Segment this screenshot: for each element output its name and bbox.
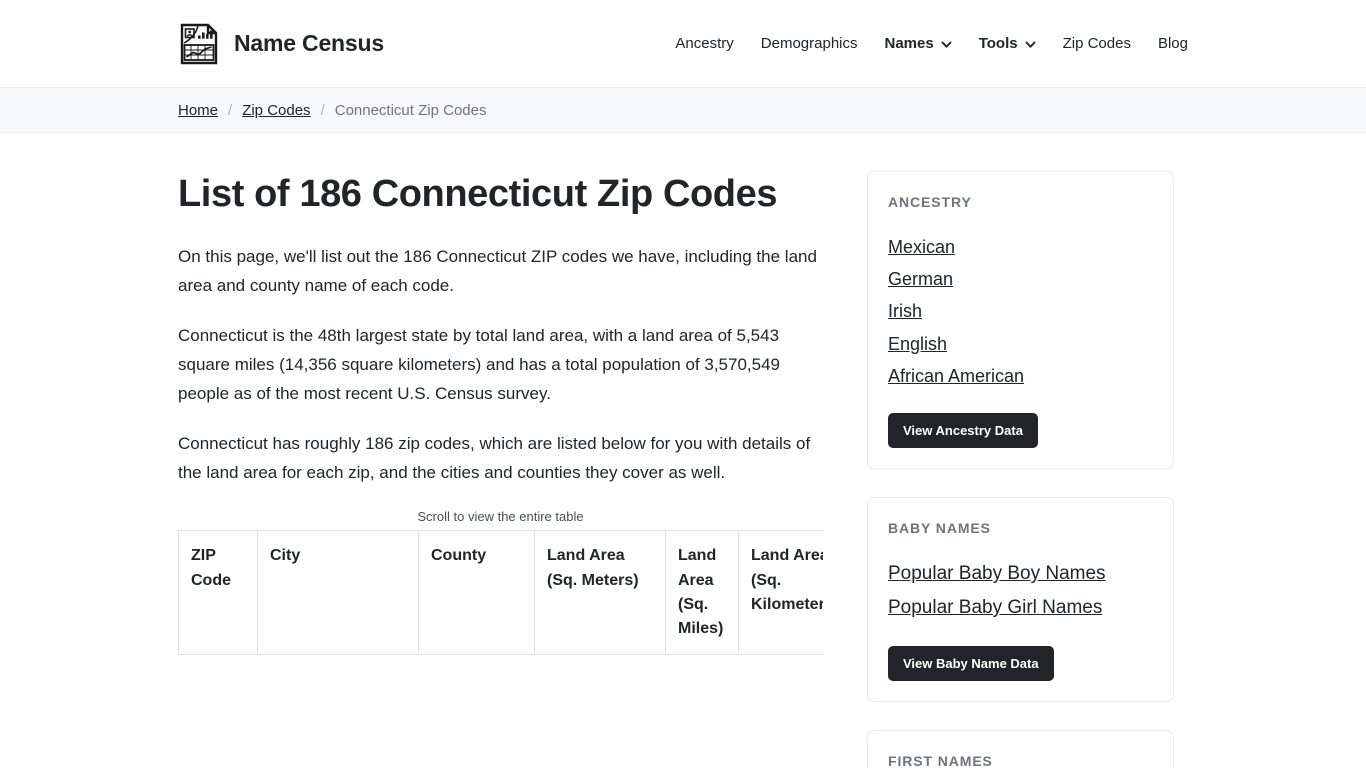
nav-label: Ancestry bbox=[675, 35, 734, 52]
breadcrumb: Home / Zip Codes / Connecticut Zip Codes bbox=[178, 102, 1188, 119]
sidebar-card-baby-names: BABY NAMES Popular Baby Boy Names Popula… bbox=[867, 497, 1174, 702]
nav-item-zip-codes[interactable]: Zip Codes bbox=[1063, 35, 1131, 52]
sidebar-card-ancestry: ANCESTRY Mexican German Irish English Af… bbox=[867, 171, 1174, 470]
nav-item-demographics[interactable]: Demographics bbox=[761, 35, 858, 52]
ancestry-link-mexican[interactable]: Mexican bbox=[888, 232, 955, 262]
zip-codes-table: ZIP Code City County Land Area (Sq. Mete… bbox=[178, 530, 823, 656]
baby-names-link-list: Popular Baby Boy Names Popular Baby Girl… bbox=[888, 558, 1153, 624]
page-title: List of 186 Connecticut Zip Codes bbox=[178, 173, 778, 215]
intro-paragraph-1: On this page, we'll list out the 186 Con… bbox=[178, 247, 817, 295]
nav-item-blog[interactable]: Blog bbox=[1158, 35, 1188, 52]
site-header: Name Census Ancestry Demographics Names … bbox=[0, 0, 1366, 88]
card-title-first-names: FIRST NAMES bbox=[888, 752, 993, 768]
header-inner: Name Census Ancestry Demographics Names … bbox=[178, 23, 1188, 65]
table-header-row: ZIP Code City County Land Area (Sq. Mete… bbox=[178, 530, 823, 656]
sidebar: ANCESTRY Mexican German Irish English Af… bbox=[867, 171, 1174, 768]
ancestry-link-list: Mexican German Irish English African Ame… bbox=[888, 232, 1153, 391]
table-scroll-hint: Scroll to view the entire table bbox=[417, 509, 584, 525]
column-header-land-area-sq-kilometers[interactable]: Land Area (Sq. Kilometers) bbox=[738, 530, 823, 656]
column-header-land-area-sq-miles[interactable]: Land Area (Sq. Miles) bbox=[665, 530, 739, 656]
brand-link[interactable]: Name Census bbox=[178, 23, 384, 65]
view-ancestry-data-button[interactable]: View Ancestry Data bbox=[888, 413, 1038, 449]
zip-table-scroll-container[interactable]: ZIP Code City County Land Area (Sq. Mete… bbox=[178, 530, 823, 656]
brand-name: Name Census bbox=[234, 30, 384, 56]
breadcrumb-item-zip-codes[interactable]: Zip Codes bbox=[242, 102, 310, 119]
ancestry-link-irish[interactable]: Irish bbox=[888, 296, 922, 326]
sidebar-card-first-names: FIRST NAMES Popular Male First Names bbox=[867, 729, 1174, 768]
nav-label: Names bbox=[884, 35, 934, 52]
ancestry-link-english[interactable]: English bbox=[888, 329, 947, 359]
card-title-ancestry: ANCESTRY bbox=[888, 194, 972, 210]
nav-label: Demographics bbox=[760, 35, 858, 52]
view-baby-name-data-button[interactable]: View Baby Name Data bbox=[888, 645, 1054, 681]
baby-names-link-girl[interactable]: Popular Baby Girl Names bbox=[888, 592, 1102, 624]
ancestry-link-african-american[interactable]: African American bbox=[888, 361, 1024, 391]
table-header: ZIP Code City County Land Area (Sq. Mete… bbox=[178, 530, 823, 656]
column-header-county[interactable]: County bbox=[418, 530, 535, 656]
main-navigation: Ancestry Demographics Names Tools Zip Co… bbox=[675, 35, 1188, 52]
chevron-down-icon bbox=[1025, 39, 1036, 50]
nav-label: Zip Codes bbox=[1062, 35, 1131, 52]
intro-paragraph-2: Connecticut is the 48th largest state by… bbox=[178, 326, 780, 403]
nav-item-names[interactable]: Names bbox=[885, 35, 952, 52]
card-title-baby-names: BABY NAMES bbox=[888, 520, 991, 537]
nav-item-ancestry[interactable]: Ancestry bbox=[675, 35, 733, 52]
column-header-zip-code[interactable]: ZIP Code bbox=[178, 530, 258, 656]
intro-paragraph-3: Connecticut has roughly 186 zip codes, w… bbox=[178, 434, 811, 482]
nav-label: Tools bbox=[978, 35, 1018, 52]
column-header-land-area-sq-meters[interactable]: Land Area (Sq. Meters) bbox=[534, 530, 666, 656]
breadcrumb-item-home[interactable]: Home bbox=[178, 102, 218, 119]
ancestry-link-german[interactable]: German bbox=[888, 264, 953, 294]
breadcrumb-separator: / bbox=[228, 101, 233, 119]
column-header-city[interactable]: City bbox=[257, 530, 419, 656]
baby-names-link-boy[interactable]: Popular Baby Boy Names bbox=[888, 558, 1106, 590]
breadcrumb-bar: Home / Zip Codes / Connecticut Zip Codes bbox=[0, 88, 1366, 133]
main-content: List of 186 Connecticut Zip Codes On thi… bbox=[178, 171, 823, 768]
nav-item-tools[interactable]: Tools bbox=[979, 35, 1036, 52]
page-layout: List of 186 Connecticut Zip Codes On thi… bbox=[178, 133, 1188, 768]
census-document-chart-icon bbox=[178, 23, 220, 65]
breadcrumb-item-current: Connecticut Zip Codes bbox=[334, 101, 487, 119]
chevron-down-icon bbox=[941, 39, 952, 50]
nav-label: Blog bbox=[1157, 35, 1188, 52]
breadcrumb-separator: / bbox=[320, 101, 325, 119]
